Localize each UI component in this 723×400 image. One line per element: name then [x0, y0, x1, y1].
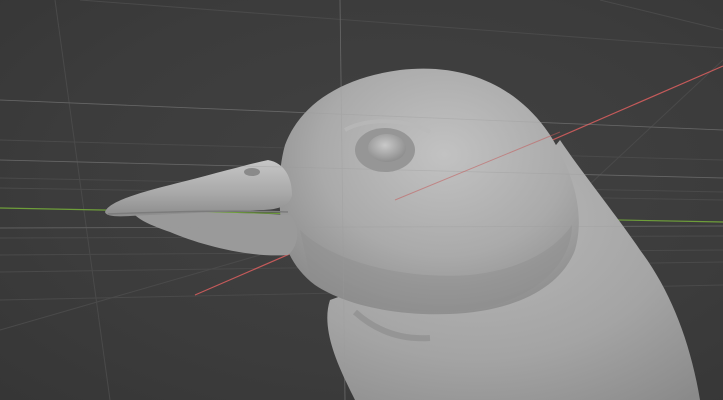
viewport-canvas[interactable] — [0, 0, 723, 400]
upper-beak — [105, 160, 292, 217]
eye — [368, 134, 406, 162]
nostril — [244, 168, 260, 176]
3d-viewport[interactable] — [0, 0, 723, 400]
lower-beak — [130, 210, 298, 256]
penguin-head-sculpt-icon[interactable] — [105, 68, 700, 400]
